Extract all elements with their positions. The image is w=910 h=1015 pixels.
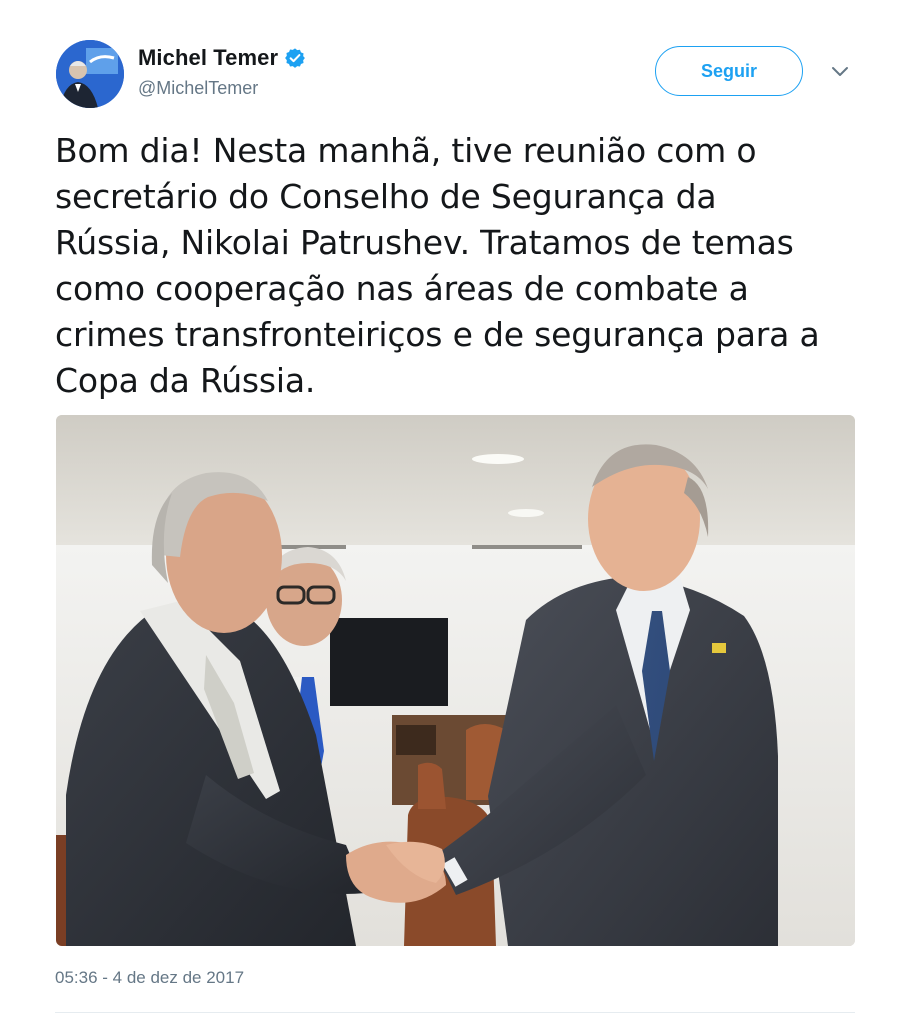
follow-button[interactable]: Seguir xyxy=(655,46,803,96)
tweet-text: Bom dia! Nesta manhã, tive reunião com o… xyxy=(55,131,820,400)
chevron-down-icon[interactable] xyxy=(830,64,850,80)
tweet-card: Michel Temer @MichelTemer Seguir Bom dia… xyxy=(0,0,910,1015)
verified-badge-icon xyxy=(284,47,306,69)
name-row: Michel Temer xyxy=(138,44,306,72)
tweet-timestamp[interactable]: 05:36 - 4 de dez de 2017 xyxy=(55,968,244,988)
user-info: Michel Temer @MichelTemer xyxy=(138,44,306,99)
divider xyxy=(55,1012,855,1013)
tweet-photo[interactable] xyxy=(56,415,855,946)
avatar[interactable] xyxy=(56,40,124,108)
user-handle[interactable]: @MichelTemer xyxy=(138,78,306,99)
display-name[interactable]: Michel Temer xyxy=(138,45,278,71)
